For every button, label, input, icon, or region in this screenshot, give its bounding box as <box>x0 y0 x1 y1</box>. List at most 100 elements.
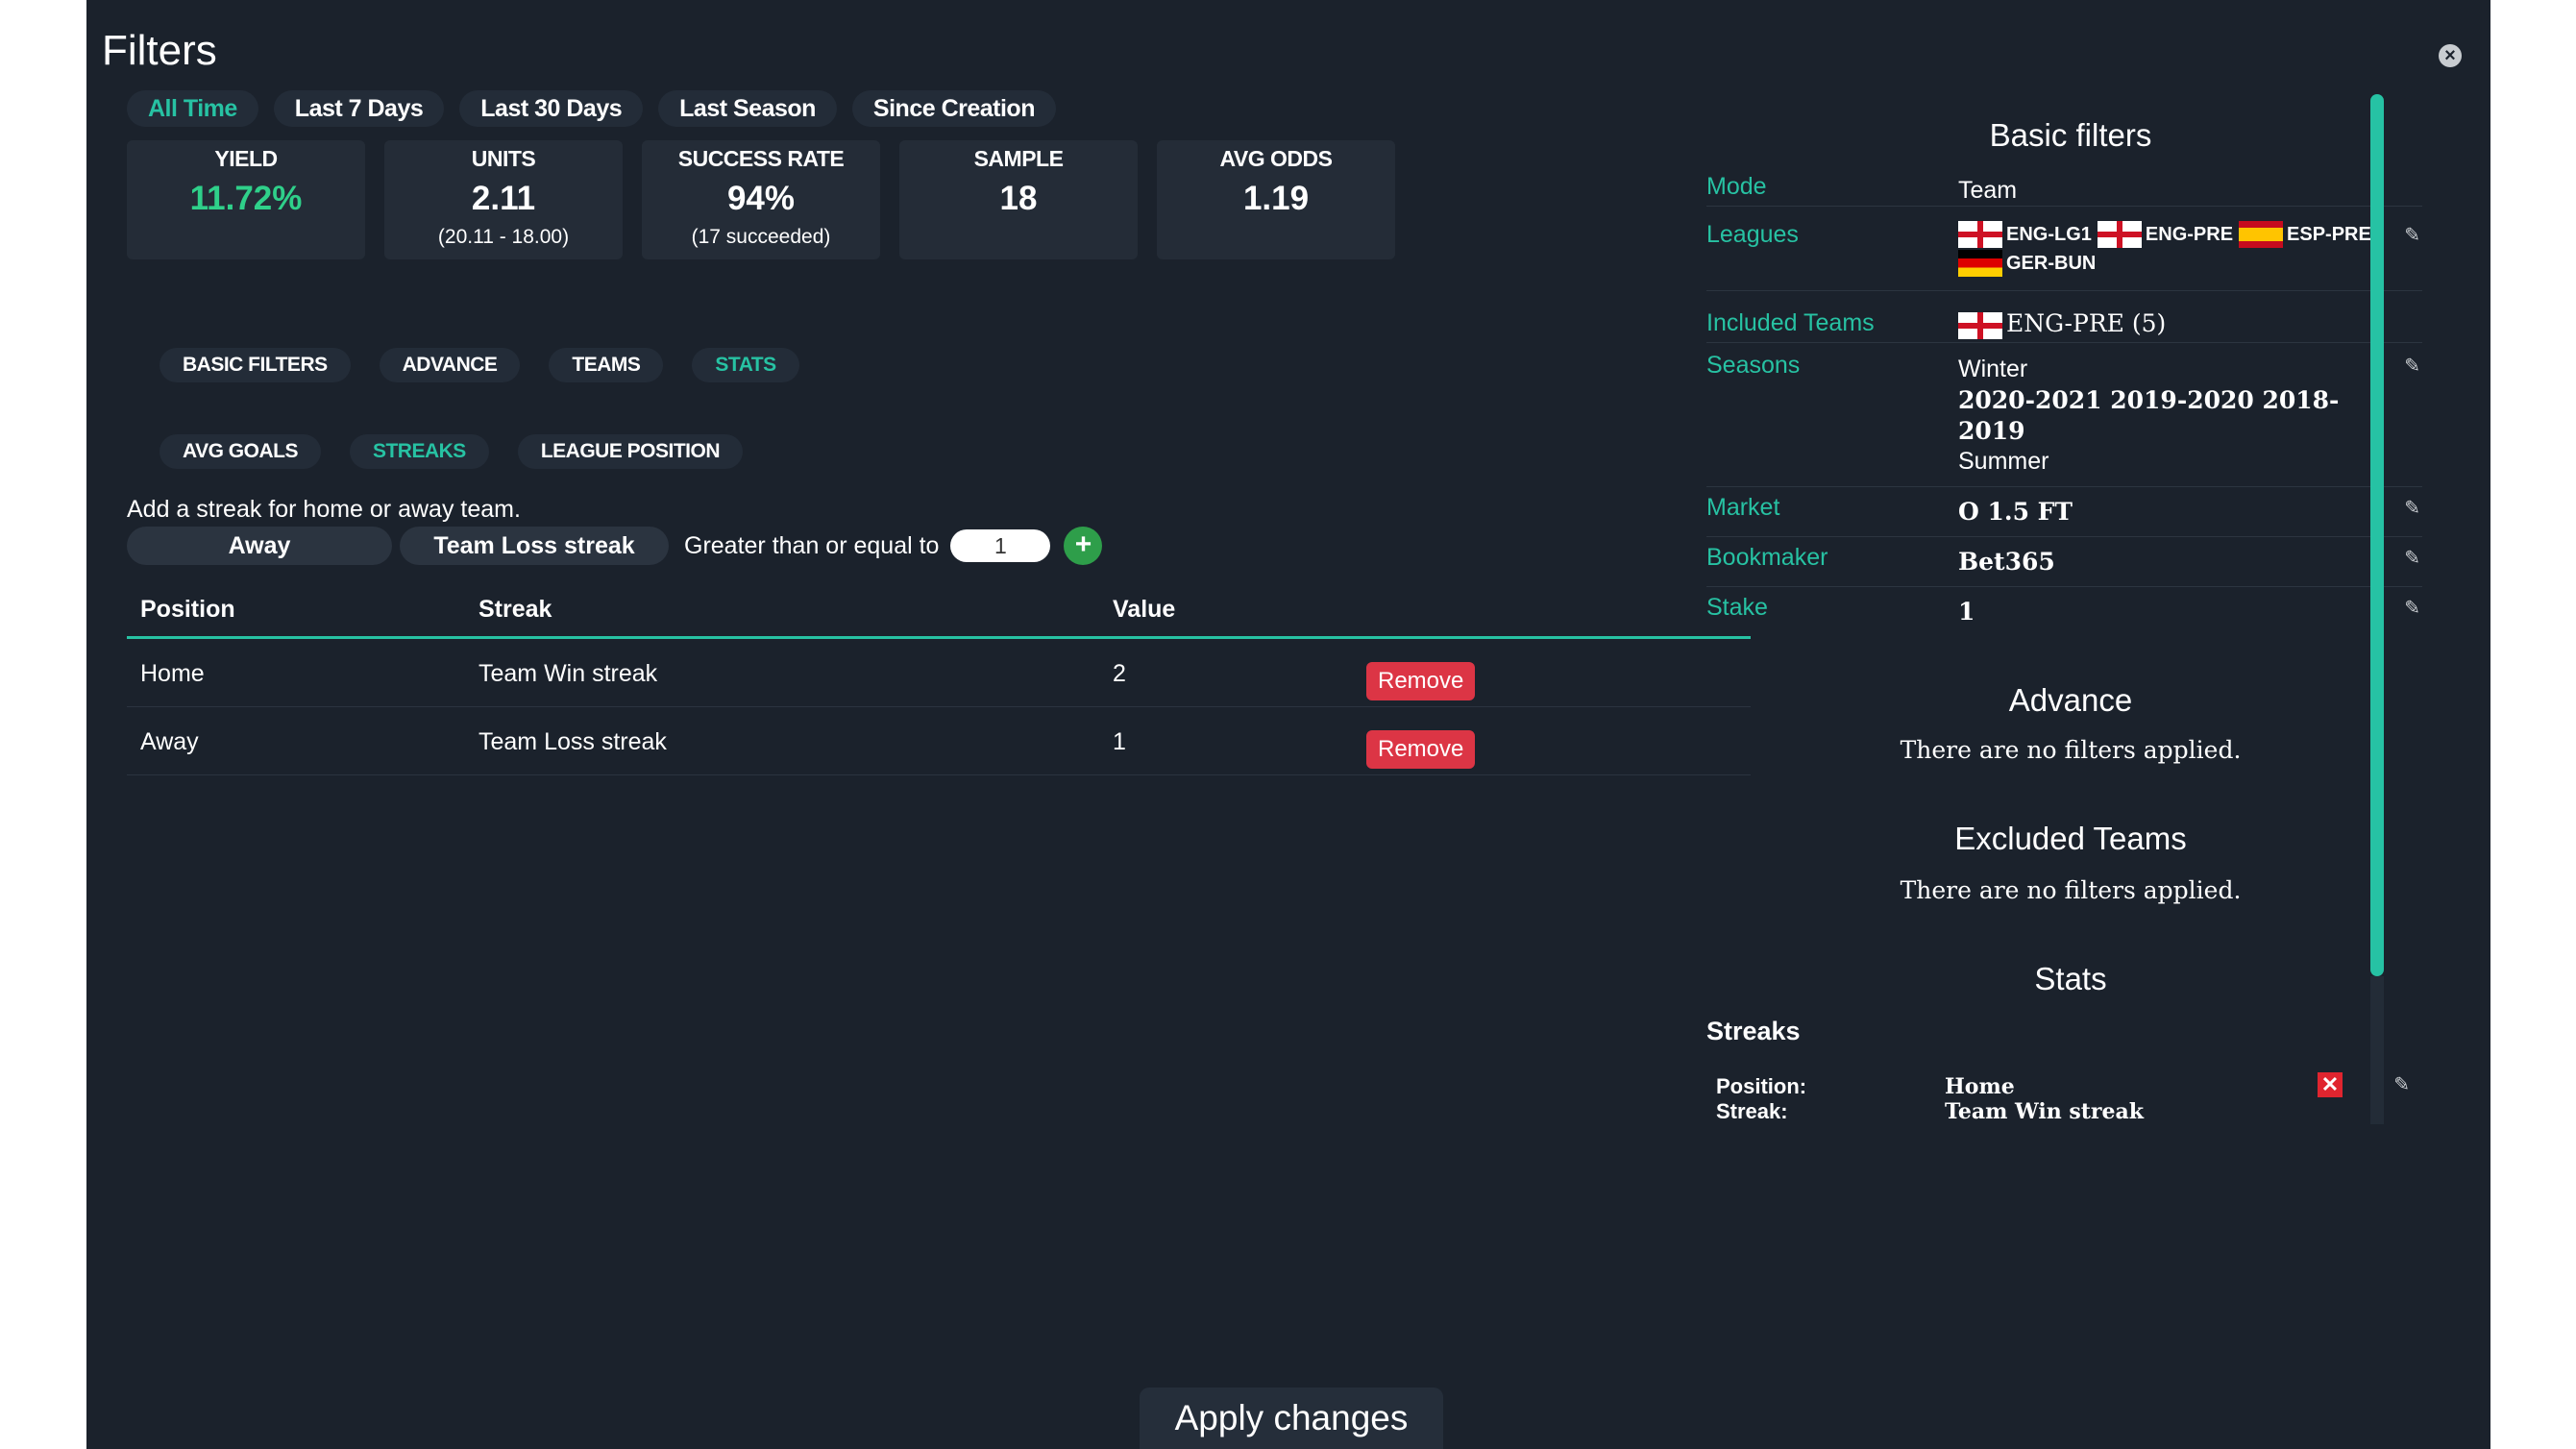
section-tabs: BASIC FILTERS ADVANCE TEAMS STATS <box>159 348 799 382</box>
included-teams-label: Included Teams <box>1706 309 1875 336</box>
stat-label: AVG ODDS <box>1219 146 1333 171</box>
stake-label: Stake <box>1706 594 1768 621</box>
streak-type-label: Streak: <box>1716 1099 1788 1123</box>
mode-label: Mode <box>1706 173 1767 200</box>
stat-value: 94% <box>726 180 796 217</box>
season-winter: Winter <box>1958 356 2028 382</box>
tab-teams[interactable]: TEAMS <box>549 348 664 382</box>
cell-position: Home <box>140 660 205 687</box>
edit-bookmaker-icon[interactable]: ✎ <box>2404 546 2420 570</box>
leagues-list: ENG-LG1 ENG-PRE ESP-PRE GER-BUN <box>1958 221 2410 277</box>
position-select[interactable]: Away <box>127 527 392 565</box>
streak-position-label: Position: <box>1716 1074 1807 1098</box>
filter-row-mode: Mode Team <box>1706 169 2422 207</box>
remove-button[interactable]: Remove <box>1366 730 1476 769</box>
tab-league-position[interactable]: LEAGUE POSITION <box>517 434 743 469</box>
leagues-label: Leagues <box>1706 221 1799 248</box>
league-tag: ENG-LG1 <box>2006 223 2092 245</box>
streak-form: Away Team Loss streak Greater than or eq… <box>127 527 1103 565</box>
streaks-heading: Streaks <box>1706 1017 1801 1045</box>
stat-value: 1.19 <box>1242 180 1310 217</box>
edit-leagues-icon[interactable]: ✎ <box>2404 223 2420 247</box>
stat-label: UNITS <box>471 146 536 171</box>
edit-stake-icon[interactable]: ✎ <box>2404 596 2420 620</box>
excluded-empty-text: There are no filters applied. <box>1900 876 2242 904</box>
stake-value: 1 <box>1958 598 1975 626</box>
stats-title: Stats <box>2034 961 2107 996</box>
stat-sub: (20.11 - 18.00) <box>437 226 570 248</box>
stat-value: 18 <box>999 180 1038 217</box>
streak-type-select[interactable]: Team Loss streak <box>400 527 669 565</box>
bookmaker-label: Bookmaker <box>1706 544 1828 571</box>
streak-type-value: Team Win streak <box>1945 1099 2145 1124</box>
stat-value: 2.11 <box>471 180 536 217</box>
tab-last-7-days[interactable]: Last 7 Days <box>273 90 445 127</box>
cell-value: 1 <box>1113 728 1126 755</box>
remove-button[interactable]: Remove <box>1366 662 1476 700</box>
stat-label: SUCCESS RATE <box>677 146 845 171</box>
comparator-label: Greater than or equal to <box>684 531 940 559</box>
excluded-teams-title: Excluded Teams <box>1954 821 2187 856</box>
table-row: Away Team Loss streak 1 Remove <box>127 707 1751 775</box>
stat-card-yield: YIELD 11.72% <box>127 140 365 259</box>
league-tag: GER-BUN <box>2006 252 2097 274</box>
filter-row-bookmaker: Bookmaker Bet365 ✎ <box>1706 538 2422 587</box>
tab-basic-filters[interactable]: BASIC FILTERS <box>159 348 351 382</box>
season-years: 2020-2021 2019-2020 2018- <box>1958 386 2340 414</box>
england-flag-icon <box>2097 221 2142 248</box>
streak-instructions: Add a streak for home or away team. <box>127 496 521 523</box>
england-flag-icon <box>1958 221 2002 248</box>
scrollbar-track <box>2370 976 2384 1124</box>
header-position: Position <box>140 596 235 623</box>
basic-filters-title: Basic filters <box>1989 117 2152 153</box>
delete-streak-icon[interactable]: ✕ <box>2318 1072 2343 1097</box>
tab-avg-goals[interactable]: AVG GOALS <box>159 434 321 469</box>
stats-subtabs: AVG GOALS STREAKS LEAGUE POSITION <box>159 434 743 469</box>
stat-card-sample: SAMPLE 18 <box>899 140 1138 259</box>
tab-since-creation[interactable]: Since Creation <box>851 90 1056 127</box>
add-streak-button[interactable]: + <box>1064 527 1103 565</box>
seasons-label: Seasons <box>1706 352 1801 379</box>
summary-stats: YIELD 11.72% UNITS 2.11 (20.11 - 18.00) … <box>127 140 1395 259</box>
stat-card-avg-odds: AVG ODDS 1.19 <box>1157 140 1395 259</box>
germany-flag-icon <box>1958 250 2002 277</box>
stat-label: YIELD <box>214 146 278 171</box>
stat-sub: (17 succeeded) <box>691 226 831 248</box>
market-label: Market <box>1706 494 1780 521</box>
market-value: O 1.5 FT <box>1958 498 2073 526</box>
tab-advance[interactable]: ADVANCE <box>379 348 521 382</box>
close-icon[interactable]: × <box>2439 44 2462 67</box>
edit-streak-icon[interactable]: ✎ <box>2393 1072 2410 1096</box>
advance-title: Advance <box>2008 682 2133 718</box>
edit-market-icon[interactable]: ✎ <box>2404 496 2420 520</box>
tab-stats[interactable]: STATS <box>692 348 799 382</box>
modal-title: Filters <box>102 27 217 74</box>
included-teams-value: ENG-PRE (5) <box>1958 309 2166 339</box>
league-tag: ESP-PRE <box>2287 223 2371 245</box>
included-teams-text: ENG-PRE (5) <box>2006 309 2167 337</box>
stat-card-units: UNITS 2.11 (20.11 - 18.00) <box>384 140 623 259</box>
tab-streaks[interactable]: STREAKS <box>349 434 489 469</box>
filter-row-included-teams: Included Teams ENG-PRE (5) <box>1706 292 2422 343</box>
season-summer: Summer <box>1958 448 2049 475</box>
header-value: Value <box>1113 596 1176 623</box>
tab-last-season[interactable]: Last Season <box>658 90 837 127</box>
filter-row-leagues: Leagues ENG-LG1 ENG-PRE ESP-PRE GER-BUN ✎ <box>1706 208 2422 291</box>
time-range-tabs: All Time Last 7 Days Last 30 Days Last S… <box>127 90 1056 127</box>
scrollbar-thumb[interactable] <box>2370 94 2384 976</box>
stat-label: SAMPLE <box>973 146 1064 171</box>
filter-row-stake: Stake 1 ✎ <box>1706 588 2422 636</box>
table-row: Home Team Win streak 2 Remove <box>127 639 1751 707</box>
tab-all-time[interactable]: All Time <box>127 90 258 127</box>
apply-changes-button[interactable]: Apply changes <box>1140 1388 1443 1449</box>
mode-value: Team <box>1958 177 2018 204</box>
streak-table: Position Streak Value Home Team Win stre… <box>127 586 1751 775</box>
stat-card-success-rate: SUCCESS RATE 94% (17 succeeded) <box>642 140 880 259</box>
cell-streak: Team Win streak <box>478 660 658 687</box>
tab-last-30-days[interactable]: Last 30 Days <box>459 90 644 127</box>
streak-value-input[interactable]: 1 <box>950 529 1051 562</box>
season-years-cont: 2019 <box>1958 417 2025 445</box>
edit-seasons-icon[interactable]: ✎ <box>2404 354 2420 378</box>
league-tag: ENG-PRE <box>2145 223 2234 245</box>
spain-flag-icon <box>2239 221 2284 248</box>
